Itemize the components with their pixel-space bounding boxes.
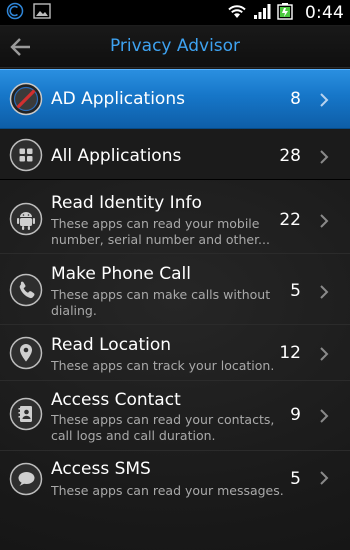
permission-label: Access Contact (51, 390, 181, 410)
permission-description-line2: call logs and call duration. (51, 428, 216, 443)
ad-applications-label: AD Applications (51, 89, 185, 109)
chevron-right-icon (319, 470, 329, 486)
permission-description-line1: These apps can make calls without (51, 287, 271, 302)
ad-applications-row[interactable]: AD Applications 8 (0, 69, 350, 129)
row-divider (0, 253, 350, 254)
chevron-right-icon (319, 284, 329, 300)
gallery-notification-icon (33, 3, 51, 23)
signal-icon (253, 3, 271, 24)
battery-icon (277, 2, 293, 24)
chevron-right-icon (319, 92, 329, 108)
permission-count: 5 (290, 281, 301, 301)
permission-description-line2: number, serial number and other... (51, 232, 270, 247)
permission-label: Read Identity Info (51, 193, 202, 213)
permission-row-access-contact[interactable]: Access Contact These apps can read your … (0, 382, 350, 450)
permission-description-line1: These apps can track your location. (51, 358, 275, 373)
title-bar: Privacy Advisor (0, 26, 350, 68)
permission-count: 12 (279, 343, 301, 363)
chevron-right-icon (319, 149, 329, 165)
location-icon (9, 336, 43, 370)
blocked-icon (9, 82, 43, 116)
permission-label: Make Phone Call (51, 264, 191, 284)
permission-count: 5 (290, 469, 301, 489)
all-applications-count: 28 (279, 146, 301, 166)
permission-description-line1: These apps can read your contacts, (51, 412, 275, 427)
permission-description-line1: These apps can read your mobile (51, 216, 260, 231)
permission-row-read-location[interactable]: Read Location These apps can track your … (0, 326, 350, 380)
permission-row-access-sms[interactable]: Access SMS These apps can read your mess… (0, 452, 350, 508)
status-bar: 0:44 (0, 0, 350, 26)
all-applications-label: All Applications (51, 146, 182, 166)
permission-label: Read Location (51, 335, 172, 355)
chevron-right-icon (319, 408, 329, 424)
phone-icon (9, 273, 43, 307)
sms-icon (9, 462, 43, 496)
all-applications-row[interactable]: All Applications 28 (0, 130, 350, 180)
chevron-right-icon (319, 346, 329, 362)
app-notification-icon (6, 2, 24, 24)
row-divider (0, 380, 350, 381)
ad-applications-count: 8 (290, 89, 301, 109)
contacts-icon (9, 397, 43, 431)
permission-count: 22 (279, 210, 301, 230)
permission-label: Access SMS (51, 459, 151, 479)
row-divider (0, 450, 350, 451)
grid-icon (9, 138, 43, 172)
permission-row-read-identity[interactable]: Read Identity Info These apps can read y… (0, 181, 350, 253)
chevron-right-icon (319, 213, 329, 229)
permission-description-line2: dialing. (51, 303, 97, 318)
wifi-icon (227, 3, 247, 23)
permission-row-make-phone-call[interactable]: Make Phone Call These apps can make call… (0, 255, 350, 324)
permission-count: 9 (290, 405, 301, 425)
row-divider (0, 324, 350, 325)
permission-description-line1: These apps can read your messages. (51, 483, 284, 498)
privacy-advisor-screen: 0:44 Privacy Advisor AD Applications 8 A… (0, 0, 350, 550)
status-time: 0:44 (305, 3, 344, 23)
android-icon (9, 202, 43, 236)
page-title: Privacy Advisor (109, 36, 241, 56)
